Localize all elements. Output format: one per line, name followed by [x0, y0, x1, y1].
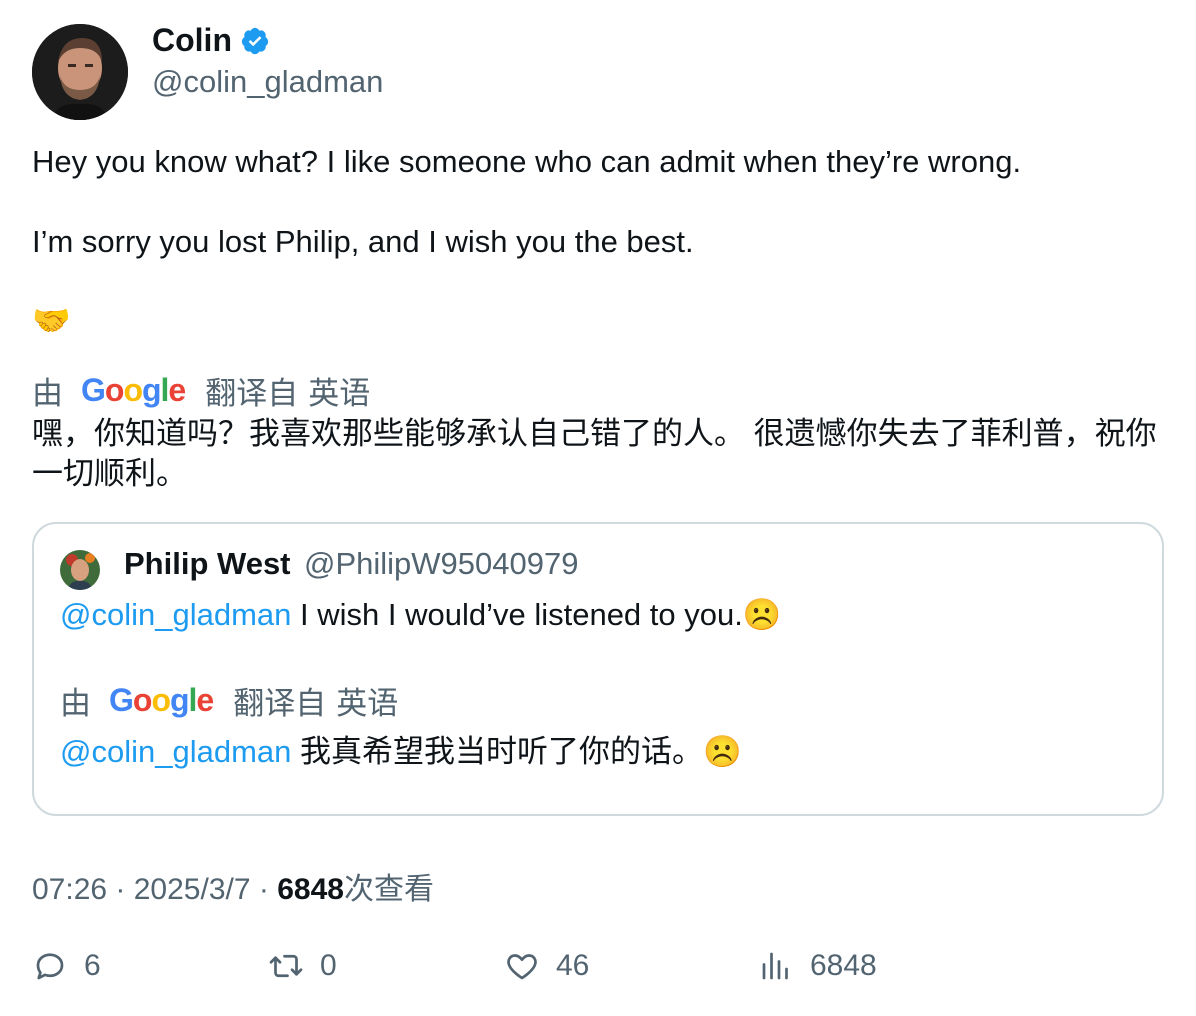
author-handle[interactable]: @colin_gladman	[152, 64, 383, 100]
quoted-translation-language: 英语	[336, 686, 399, 721]
handshake-emoji: 🤝	[32, 303, 71, 338]
quoted-mention-link[interactable]: @colin_gladman	[60, 597, 291, 632]
retweet-button[interactable]: 0	[268, 948, 337, 984]
meta-separator: ·	[107, 873, 134, 906]
retweet-icon	[269, 954, 303, 978]
translated-tweet-text: 嘿，你知道吗？我喜欢那些能够承认自己错了的人。 很遗憾你失去了菲利普，祝你一切顺…	[32, 416, 1157, 491]
quoted-author-avatar	[60, 550, 100, 590]
reply-icon	[36, 953, 64, 980]
google-logo: Google	[81, 372, 186, 408]
meta-separator-2: ·	[250, 873, 278, 906]
quoted-tweet-text: @colin_gladman I wish I would’ve listene…	[60, 596, 781, 633]
tweet-meta: 07:26 · 2025/3/7 · 6848次查看	[32, 864, 434, 908]
analytics-icon	[762, 952, 788, 980]
quoted-translated-mention-link[interactable]: @colin_gladman	[60, 734, 291, 769]
quoted-translation-label: 翻译自	[233, 686, 327, 721]
heart-icon	[507, 954, 537, 980]
retweet-count: 0	[320, 949, 337, 982]
reply-button[interactable]: 6	[32, 948, 101, 984]
tweet-text: Hey you know what? I like someone who ca…	[32, 144, 1022, 259]
quoted-author-handle[interactable]: @PhilipW95040979	[304, 546, 578, 582]
quoted-translated-body: 我真希望我当时听了你的话。☹️	[291, 734, 742, 769]
quoted-google-logo: Google	[109, 682, 214, 718]
like-button[interactable]: 46	[504, 948, 589, 984]
view-count: 6848	[277, 873, 344, 906]
author-avatar[interactable]	[32, 24, 128, 120]
translation-language: 英语	[308, 376, 371, 411]
quoted-translation-prefix: 由	[60, 686, 91, 721]
translation-prefix: 由	[32, 376, 63, 411]
quoted-translated-text: @colin_gladman 我真希望我当时听了你的话。☹️	[60, 726, 742, 771]
like-count: 46	[556, 949, 590, 982]
tweet-date[interactable]: 2025/3/7	[134, 873, 251, 906]
translation-label: 翻译自	[205, 376, 299, 411]
views-label: 次查看	[343, 873, 434, 906]
quoted-tweet-card[interactable]: Philip West @PhilipW95040979 @colin_glad…	[32, 522, 1164, 816]
views-count: 6848	[810, 949, 877, 982]
author-name-row[interactable]: Colin	[152, 22, 270, 59]
reply-count: 6	[84, 949, 101, 982]
author-display-name[interactable]: Colin	[152, 22, 232, 59]
quoted-author-name[interactable]: Philip West	[124, 546, 291, 582]
views-button[interactable]: 6848	[758, 948, 877, 984]
tweet-time[interactable]: 07:26	[32, 873, 107, 906]
action-bar: 6 0 46 6848	[0, 948, 1196, 996]
quoted-tweet-body: I wish I would’ve listened to you.☹️	[291, 597, 782, 632]
translation-attribution[interactable]: 由 Google 翻译自 英语	[32, 368, 370, 413]
quoted-translation-attribution[interactable]: 由 Google 翻译自 英语	[60, 678, 398, 723]
verified-badge-icon	[241, 27, 269, 54]
